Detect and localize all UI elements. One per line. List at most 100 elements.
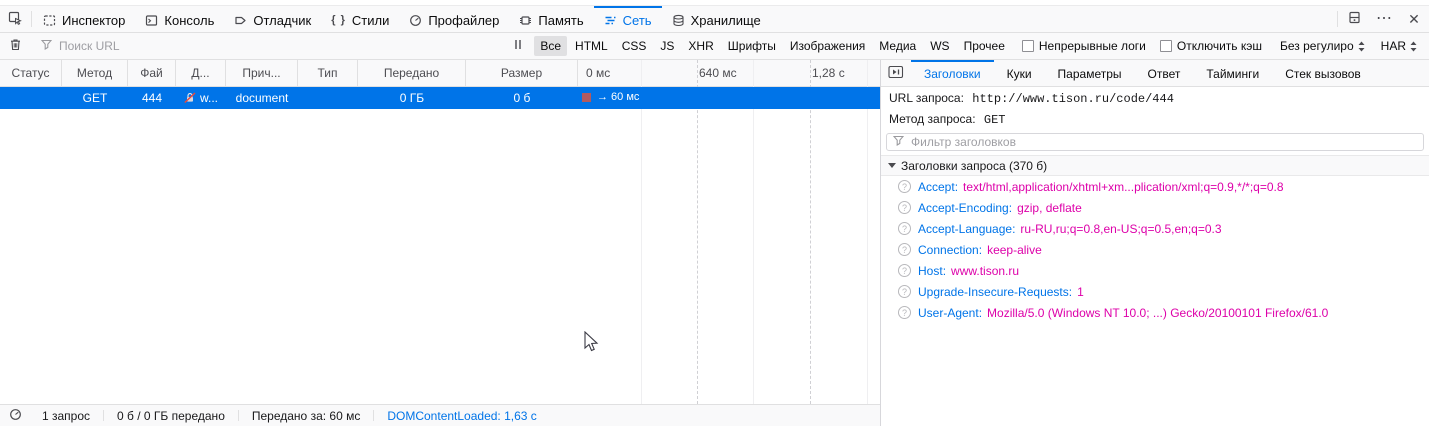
performance-analysis-button[interactable] [0,405,30,426]
tab-storage[interactable]: Хранилище [662,6,771,32]
header-name: User-Agent [918,306,982,320]
header-row-accept-language: ? Accept-Language ru-RU,ru;q=0.8,en-US;q… [881,218,1429,239]
waterfall-tick-640ms: 640 мс [699,66,737,80]
filter-funnel-icon [892,135,905,149]
filter-images[interactable]: Изображения [784,36,871,56]
header-value: ru-RU,ru;q=0.8,en-US;q=0.5,en;q=0.3 [1020,221,1222,236]
header-help-icon[interactable]: ? [898,180,911,193]
request-headers-title: Заголовки запроса (370 б) [901,158,1048,173]
tab-stack-trace[interactable]: Стек вызовов [1272,60,1374,86]
console-icon [145,14,158,27]
filter-js[interactable]: JS [654,36,680,56]
filter-all[interactable]: Все [534,36,568,56]
throttling-label: Без регулиро [1280,39,1354,53]
statusbar-separator [373,410,375,421]
request-headers-section[interactable]: Заголовки запроса (370 б) [881,155,1429,176]
clear-requests-button[interactable] [0,38,30,54]
tab-profiler-label: Профайлер [428,12,500,28]
header-name: Accept-Encoding [918,201,1012,215]
cell-file: 444 [141,91,163,105]
resend-request-button[interactable] [888,60,904,86]
header-value: keep-alive [987,242,1042,257]
search-url-input[interactable] [57,38,493,54]
throttling-select[interactable]: Без регулиро [1272,39,1373,53]
tab-headers[interactable]: Заголовки [911,60,994,86]
close-devtools-button[interactable]: ✕ [1399,6,1429,32]
column-header-waterfall[interactable]: 0 мс 640 мс 1,28 с [578,60,880,86]
request-list-body: GET 444 w... document 0 ГБ 0 б → 60 мс [0,87,880,404]
persist-logs-checkbox[interactable]: Непрерывные логи [1021,39,1146,53]
headers-filter-input[interactable] [909,134,1417,150]
details-tab-bar: Заголовки Куки Параметры Ответ Тайминги … [881,60,1429,87]
pick-element-icon [8,11,22,28]
filter-media[interactable]: Медиа [873,36,922,56]
request-method-label: Метод запроса: [889,112,976,126]
tab-network[interactable]: Сеть [593,6,662,32]
tab-cookies[interactable]: Куки [994,60,1045,86]
header-help-icon[interactable]: ? [898,201,911,214]
header-row-host: ? Host www.tison.ru [881,260,1429,281]
filter-other[interactable]: Прочее [958,36,1011,56]
request-row-selected[interactable]: GET 444 w... document 0 ГБ 0 б → 60 мс [0,87,880,109]
cell-domain-text: w... [199,91,218,105]
column-header-type[interactable]: Тип [298,60,358,86]
pause-traffic-button[interactable] [503,39,533,53]
cell-transferred: 0 ГБ [399,91,425,105]
request-url-line: URL запроса: http://www.tison.ru/code/44… [881,87,1429,108]
header-help-icon[interactable]: ? [898,222,911,235]
toolbar-separator [1337,11,1338,27]
tab-timings[interactable]: Тайминги [1193,60,1272,86]
request-method-line: Метод запроса: GET [881,108,1429,129]
disable-cache-label: Отключить кэш [1176,39,1263,53]
tab-memory-label: Память [538,12,584,28]
tab-debugger-label: Отладчик [253,12,312,28]
har-select[interactable]: HAR [1373,39,1429,53]
tab-console[interactable]: Консоль [135,6,224,32]
mouse-cursor [584,330,600,358]
filter-ws[interactable]: WS [924,36,955,56]
header-row-user-agent: ? User-Agent Mozilla/5.0 (Windows NT 10.… [881,302,1429,323]
storage-icon [672,14,685,27]
filter-fonts[interactable]: Шрифты [722,36,782,56]
column-header-size[interactable]: Размер [466,60,578,86]
header-help-icon[interactable]: ? [898,306,911,319]
filter-funnel-icon [40,39,53,53]
toolbar-separator [31,11,32,27]
waterfall-bar [582,93,591,102]
tab-network-label: Сеть [622,12,652,28]
disable-cache-checkbox[interactable]: Отключить кэш [1159,39,1263,53]
trash-icon [9,38,22,54]
tab-profiler[interactable]: Профайлер [399,6,509,32]
column-header-file[interactable]: Фай [128,60,176,86]
filter-css[interactable]: CSS [616,36,653,56]
column-header-transferred[interactable]: Передано [358,60,466,86]
tab-styles[interactable]: { } Стили [321,6,399,32]
column-header-cause[interactable]: Прич... [226,60,298,86]
statusbar-separator [103,410,105,421]
waterfall-gridline [867,60,868,404]
close-icon: ✕ [1408,10,1420,27]
column-header-status[interactable]: Статус [0,60,62,86]
dock-side-icon [1348,11,1361,27]
column-header-method[interactable]: Метод [62,60,128,86]
header-help-icon[interactable]: ? [898,243,911,256]
column-header-domain[interactable]: Д... [176,60,226,86]
har-label: HAR [1380,39,1406,53]
tab-memory[interactable]: Память [509,6,593,32]
tab-debugger[interactable]: Отладчик [224,6,321,32]
filter-xhr[interactable]: XHR [682,36,719,56]
toolbox-menu-button[interactable]: ⋯ [1369,6,1399,32]
waterfall-gridline [697,60,698,404]
tab-console-label: Консоль [164,12,215,28]
tab-response[interactable]: Ответ [1135,60,1194,86]
domcontentloaded-time: DOMContentLoaded: 1,63 с [387,408,537,423]
tab-params[interactable]: Параметры [1045,60,1135,86]
tab-inspector[interactable]: Инспектор [33,6,135,32]
cell-waterfall: → 60 мс [578,87,880,109]
header-help-icon[interactable]: ? [898,285,911,298]
select-arrows-icon [1410,41,1417,52]
header-help-icon[interactable]: ? [898,264,911,277]
filter-html[interactable]: HTML [569,36,614,56]
pick-element-button[interactable] [0,6,30,32]
dock-side-button[interactable] [1339,6,1369,32]
